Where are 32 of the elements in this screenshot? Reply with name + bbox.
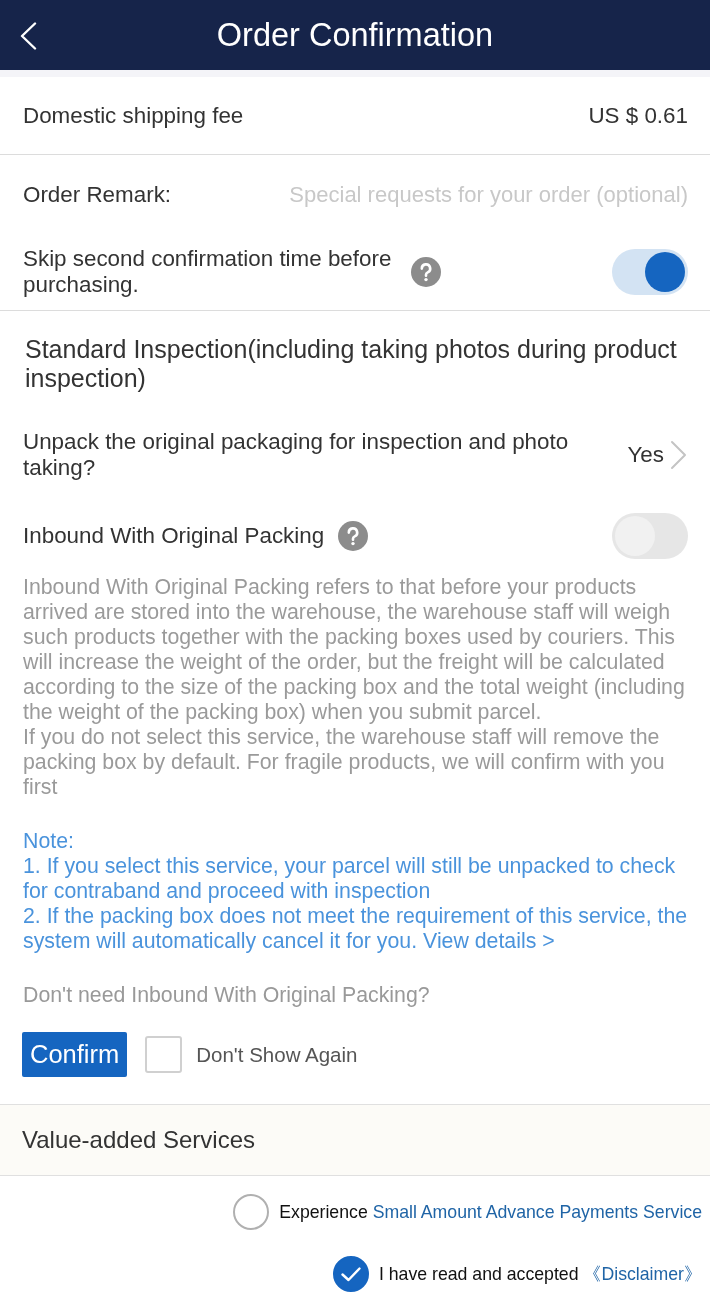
confirm-button[interactable]: Confirm (22, 1032, 128, 1077)
round-checkbox[interactable] (332, 1256, 369, 1292)
note-text: 1. If you select this service, your parcel will still be unpacked to check for contraband and proceed with inspection (22, 854, 677, 904)
inbound-label: Inbound With Original Packing (23, 523, 325, 549)
back-icon[interactable] (19, 22, 37, 50)
agreement-link[interactable]: 《Disclaimer》 (583, 1264, 702, 1284)
description-text: If you do not select this service, the warehouse staff will remove the packing box by default. For fragile products, we will confirm with you first (22, 725, 666, 800)
unpack-label: Unpack the original packaging for inspection and photo taking? (23, 429, 570, 481)
agreement-text: I have read and accepted 《Disclaimer》 (378, 1263, 702, 1286)
help-icon[interactable] (411, 257, 441, 287)
help-icon[interactable] (338, 521, 369, 551)
note-title: Note: (22, 829, 75, 854)
chevron-right-icon[interactable] (670, 440, 688, 470)
unpack-value[interactable]: Yes (627, 442, 664, 468)
page-title: Order Confirmation (216, 16, 494, 54)
decline-prompt: Don't need Inbound With Original Packing? (22, 983, 431, 1008)
shipping-fee-value: US $ 0.61 (588, 102, 688, 129)
inspection-title: Standard Inspection(including taking photos during product inspection) (24, 334, 678, 393)
round-checkbox[interactable] (233, 1194, 270, 1230)
note-text: 2. If the packing box does not meet the requirement of this service, the system will automatically cancel it for you. View details > (22, 904, 689, 954)
toggle-switch[interactable] (612, 513, 688, 559)
toggle-switch[interactable] (612, 249, 688, 295)
description-text: Inbound With Original Packing refers to that before your products arrived are stored into the warehouse, the warehouse staff will weigh such products together with the packing boxes used by couriers. This will increase the weight of the order, but the freight will be calculated according to the size of the packing box and the total weight (including the weight of the packing box) when you submit parcel. (22, 575, 686, 725)
checkmark-icon (340, 1266, 361, 1282)
shipping-fee-label: Domestic shipping fee (23, 102, 244, 129)
value-added-title: Value-added Services (22, 1126, 256, 1154)
order-remark-label: Order Remark: (23, 181, 172, 208)
agreement-text: Experience Small Amount Advance Payments Service (279, 1201, 702, 1223)
checkbox[interactable] (145, 1036, 183, 1073)
dont-show-again-label[interactable]: Don't Show Again (196, 1042, 358, 1067)
agreement-link[interactable]: Small Amount Advance Payments Service (372, 1201, 702, 1222)
skip-confirmation-label: Skip second confirmation time before purchasing. (23, 246, 393, 298)
